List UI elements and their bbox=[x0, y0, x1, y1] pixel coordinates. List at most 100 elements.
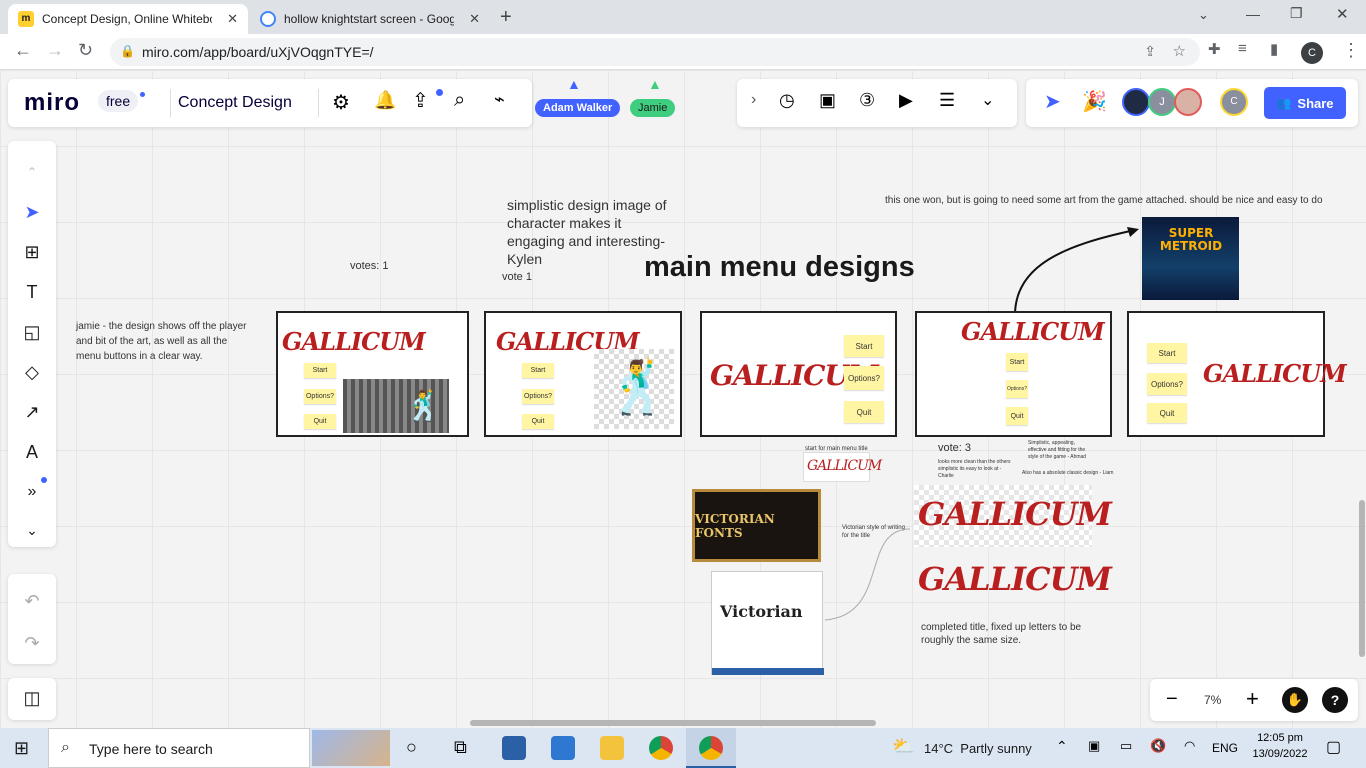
menu-design-frame-4[interactable]: GALLICUM Start Options? Quit bbox=[915, 311, 1112, 437]
tray-chevron-icon[interactable]: ⌃ bbox=[1056, 738, 1068, 755]
collaborator-adam[interactable]: Adam Walker bbox=[535, 99, 621, 117]
more-apps-icon[interactable]: » bbox=[21, 481, 43, 503]
redo-icon[interactable]: ↷ bbox=[21, 632, 43, 654]
sticky-options[interactable]: Options? bbox=[304, 389, 336, 404]
search-highlight-image[interactable] bbox=[312, 730, 390, 766]
select-cursor-icon[interactable]: ➤ bbox=[21, 201, 43, 223]
collapse-up-icon[interactable]: ⌃ bbox=[21, 161, 43, 183]
tab-search-icon[interactable]: ⌄ bbox=[1198, 7, 1209, 23]
board-name[interactable]: Concept Design bbox=[178, 94, 292, 112]
sticky-options[interactable]: Options? bbox=[844, 366, 884, 390]
settings-gear-icon[interactable]: ⚙ bbox=[332, 90, 350, 115]
vertical-scrollbar[interactable] bbox=[1359, 500, 1365, 657]
avatar[interactable]: C bbox=[1220, 88, 1248, 116]
cursor-follow-icon[interactable]: ➤ bbox=[1044, 89, 1061, 114]
plan-badge[interactable]: free bbox=[98, 90, 139, 112]
shapes-icon[interactable]: ◇ bbox=[21, 361, 43, 383]
text-tool-icon[interactable]: T bbox=[21, 281, 43, 303]
ahmad-comment[interactable]: Simplistic, appealing, effective and fit… bbox=[1028, 440, 1088, 461]
window-close-icon[interactable]: ✕ bbox=[1336, 5, 1349, 23]
share-page-icon[interactable]: ⇪ bbox=[1144, 43, 1156, 60]
sticky-note-icon[interactable]: ◱ bbox=[21, 321, 43, 343]
completed-title-image[interactable]: GALLICUM bbox=[914, 554, 1112, 606]
avatar[interactable] bbox=[1122, 88, 1150, 116]
liam-comment[interactable]: Also has a absolute classic design - Lia… bbox=[1022, 470, 1113, 476]
victorian-alphabet-image[interactable]: Victorian bbox=[711, 571, 824, 675]
close-tab-icon[interactable]: ✕ bbox=[227, 11, 238, 27]
weather-text[interactable]: 14°C Partly sunny bbox=[924, 741, 1032, 756]
sticky-start[interactable]: Start bbox=[522, 363, 554, 378]
zoom-in-icon[interactable]: + bbox=[1246, 686, 1259, 712]
sidebar-toggle-icon[interactable]: ◫ bbox=[21, 687, 43, 709]
connection-line-icon[interactable]: ↗ bbox=[21, 401, 43, 423]
weather-icon[interactable]: ⛅ bbox=[892, 736, 914, 757]
task-view-icon[interactable]: ⧉ bbox=[454, 737, 467, 758]
horizontal-scrollbar[interactable] bbox=[470, 720, 876, 726]
forward-icon[interactable]: → bbox=[46, 40, 64, 61]
language-indicator[interactable]: ENG bbox=[1212, 741, 1238, 755]
chrome-active-button[interactable] bbox=[686, 728, 736, 768]
profile-avatar[interactable]: C bbox=[1301, 42, 1323, 64]
title-sketch-image[interactable]: GALLICUM bbox=[803, 452, 882, 482]
sticky-quit[interactable]: Quit bbox=[522, 414, 554, 429]
expand-tools-icon[interactable]: ⌄ bbox=[21, 519, 43, 541]
bookmark-star-icon[interactable]: ☆ bbox=[1173, 42, 1186, 60]
arrow-connector[interactable] bbox=[1005, 225, 1145, 320]
tab-google-search[interactable]: hollow knightstart screen - Goog ✕ bbox=[250, 4, 490, 34]
plugin-icon[interactable]: ⌁ bbox=[494, 89, 505, 110]
share-button[interactable]: 👥 Share bbox=[1264, 87, 1346, 119]
templates-icon[interactable]: ⊞ bbox=[21, 241, 43, 263]
zoom-level[interactable]: 7% bbox=[1204, 693, 1221, 707]
close-tab-icon[interactable]: ✕ bbox=[469, 11, 480, 27]
back-icon[interactable]: ← bbox=[14, 40, 32, 61]
notification-center-icon[interactable]: ▢ bbox=[1326, 737, 1341, 757]
menu-design-frame-1[interactable]: GALLICUM Start Options? Quit 🕺 bbox=[276, 311, 469, 437]
taskbar-search-box[interactable]: ⌕ Type here to search bbox=[48, 728, 310, 768]
more-tools-icon[interactable]: ⌄ bbox=[981, 90, 994, 110]
charlie-comment[interactable]: looks more clean than the others simplis… bbox=[938, 459, 1018, 480]
pen-icon[interactable]: A bbox=[21, 441, 43, 463]
side-panel-icon[interactable]: ▮ bbox=[1270, 40, 1278, 58]
celebrate-icon[interactable]: 🎉 bbox=[1082, 89, 1107, 114]
voting-icon[interactable]: ③ bbox=[859, 90, 875, 111]
mail-icon[interactable] bbox=[551, 736, 575, 760]
sticky-options[interactable]: Options? bbox=[1006, 380, 1028, 398]
wifi-icon[interactable]: ◠ bbox=[1184, 738, 1195, 754]
menu-design-frame-5[interactable]: Start Options? Quit GALLICUM bbox=[1127, 311, 1347, 437]
sticky-start[interactable]: Start bbox=[1147, 343, 1187, 363]
minimize-icon[interactable]: — bbox=[1246, 6, 1260, 22]
sticky-quit[interactable]: Quit bbox=[1147, 403, 1187, 423]
sticky-quit[interactable]: Quit bbox=[304, 414, 336, 429]
file-explorer-icon[interactable] bbox=[600, 736, 624, 760]
reactions-icon[interactable]: ▣ bbox=[819, 90, 836, 111]
jamie-comment[interactable]: jamie - the design shows off the player … bbox=[76, 319, 252, 364]
title-draft-image[interactable]: GALLICUM bbox=[914, 485, 1112, 547]
new-tab-icon[interactable]: + bbox=[500, 6, 512, 29]
extensions-icon[interactable]: ✚ bbox=[1208, 40, 1221, 58]
sticky-options[interactable]: Options? bbox=[1147, 373, 1187, 395]
super-metroid-image[interactable]: SUPER METROID bbox=[1142, 217, 1239, 300]
kylen-comment[interactable]: simplistic design image of character mak… bbox=[507, 196, 677, 268]
clock-date[interactable]: 13/09/2022 bbox=[1248, 748, 1312, 760]
sticky-quit[interactable]: Quit bbox=[1006, 407, 1028, 425]
votes-text[interactable]: votes: 1 bbox=[350, 260, 389, 272]
vote-count-text[interactable]: vote: 3 bbox=[938, 442, 971, 454]
avatar[interactable] bbox=[1174, 88, 1202, 116]
zoom-out-icon[interactable]: − bbox=[1166, 688, 1178, 711]
sticky-start[interactable]: Start bbox=[844, 335, 884, 357]
avatar[interactable]: J bbox=[1148, 88, 1176, 116]
media-icon[interactable]: ≡ bbox=[1238, 40, 1247, 57]
collaborator-jamie[interactable]: Jamie bbox=[630, 99, 676, 117]
sticky-quit[interactable]: Quit bbox=[844, 401, 884, 423]
undo-icon[interactable]: ↶ bbox=[21, 590, 43, 612]
notifications-bell-icon[interactable]: 🔔 bbox=[374, 90, 396, 111]
hand-tool-icon[interactable]: ✋ bbox=[1282, 687, 1308, 713]
browser-menu-icon[interactable]: ⋮ bbox=[1342, 40, 1360, 61]
reload-icon[interactable]: ↻ bbox=[78, 40, 93, 61]
windows-start-icon[interactable]: ⊞ bbox=[14, 738, 29, 759]
search-icon[interactable]: ⌕ bbox=[454, 89, 465, 112]
winner-comment[interactable]: this one won, but is going to need some … bbox=[885, 193, 1330, 208]
restore-icon[interactable]: ❐ bbox=[1290, 5, 1303, 22]
miro-logo[interactable]: miro bbox=[24, 89, 80, 117]
sticky-options[interactable]: Options? bbox=[522, 389, 554, 404]
